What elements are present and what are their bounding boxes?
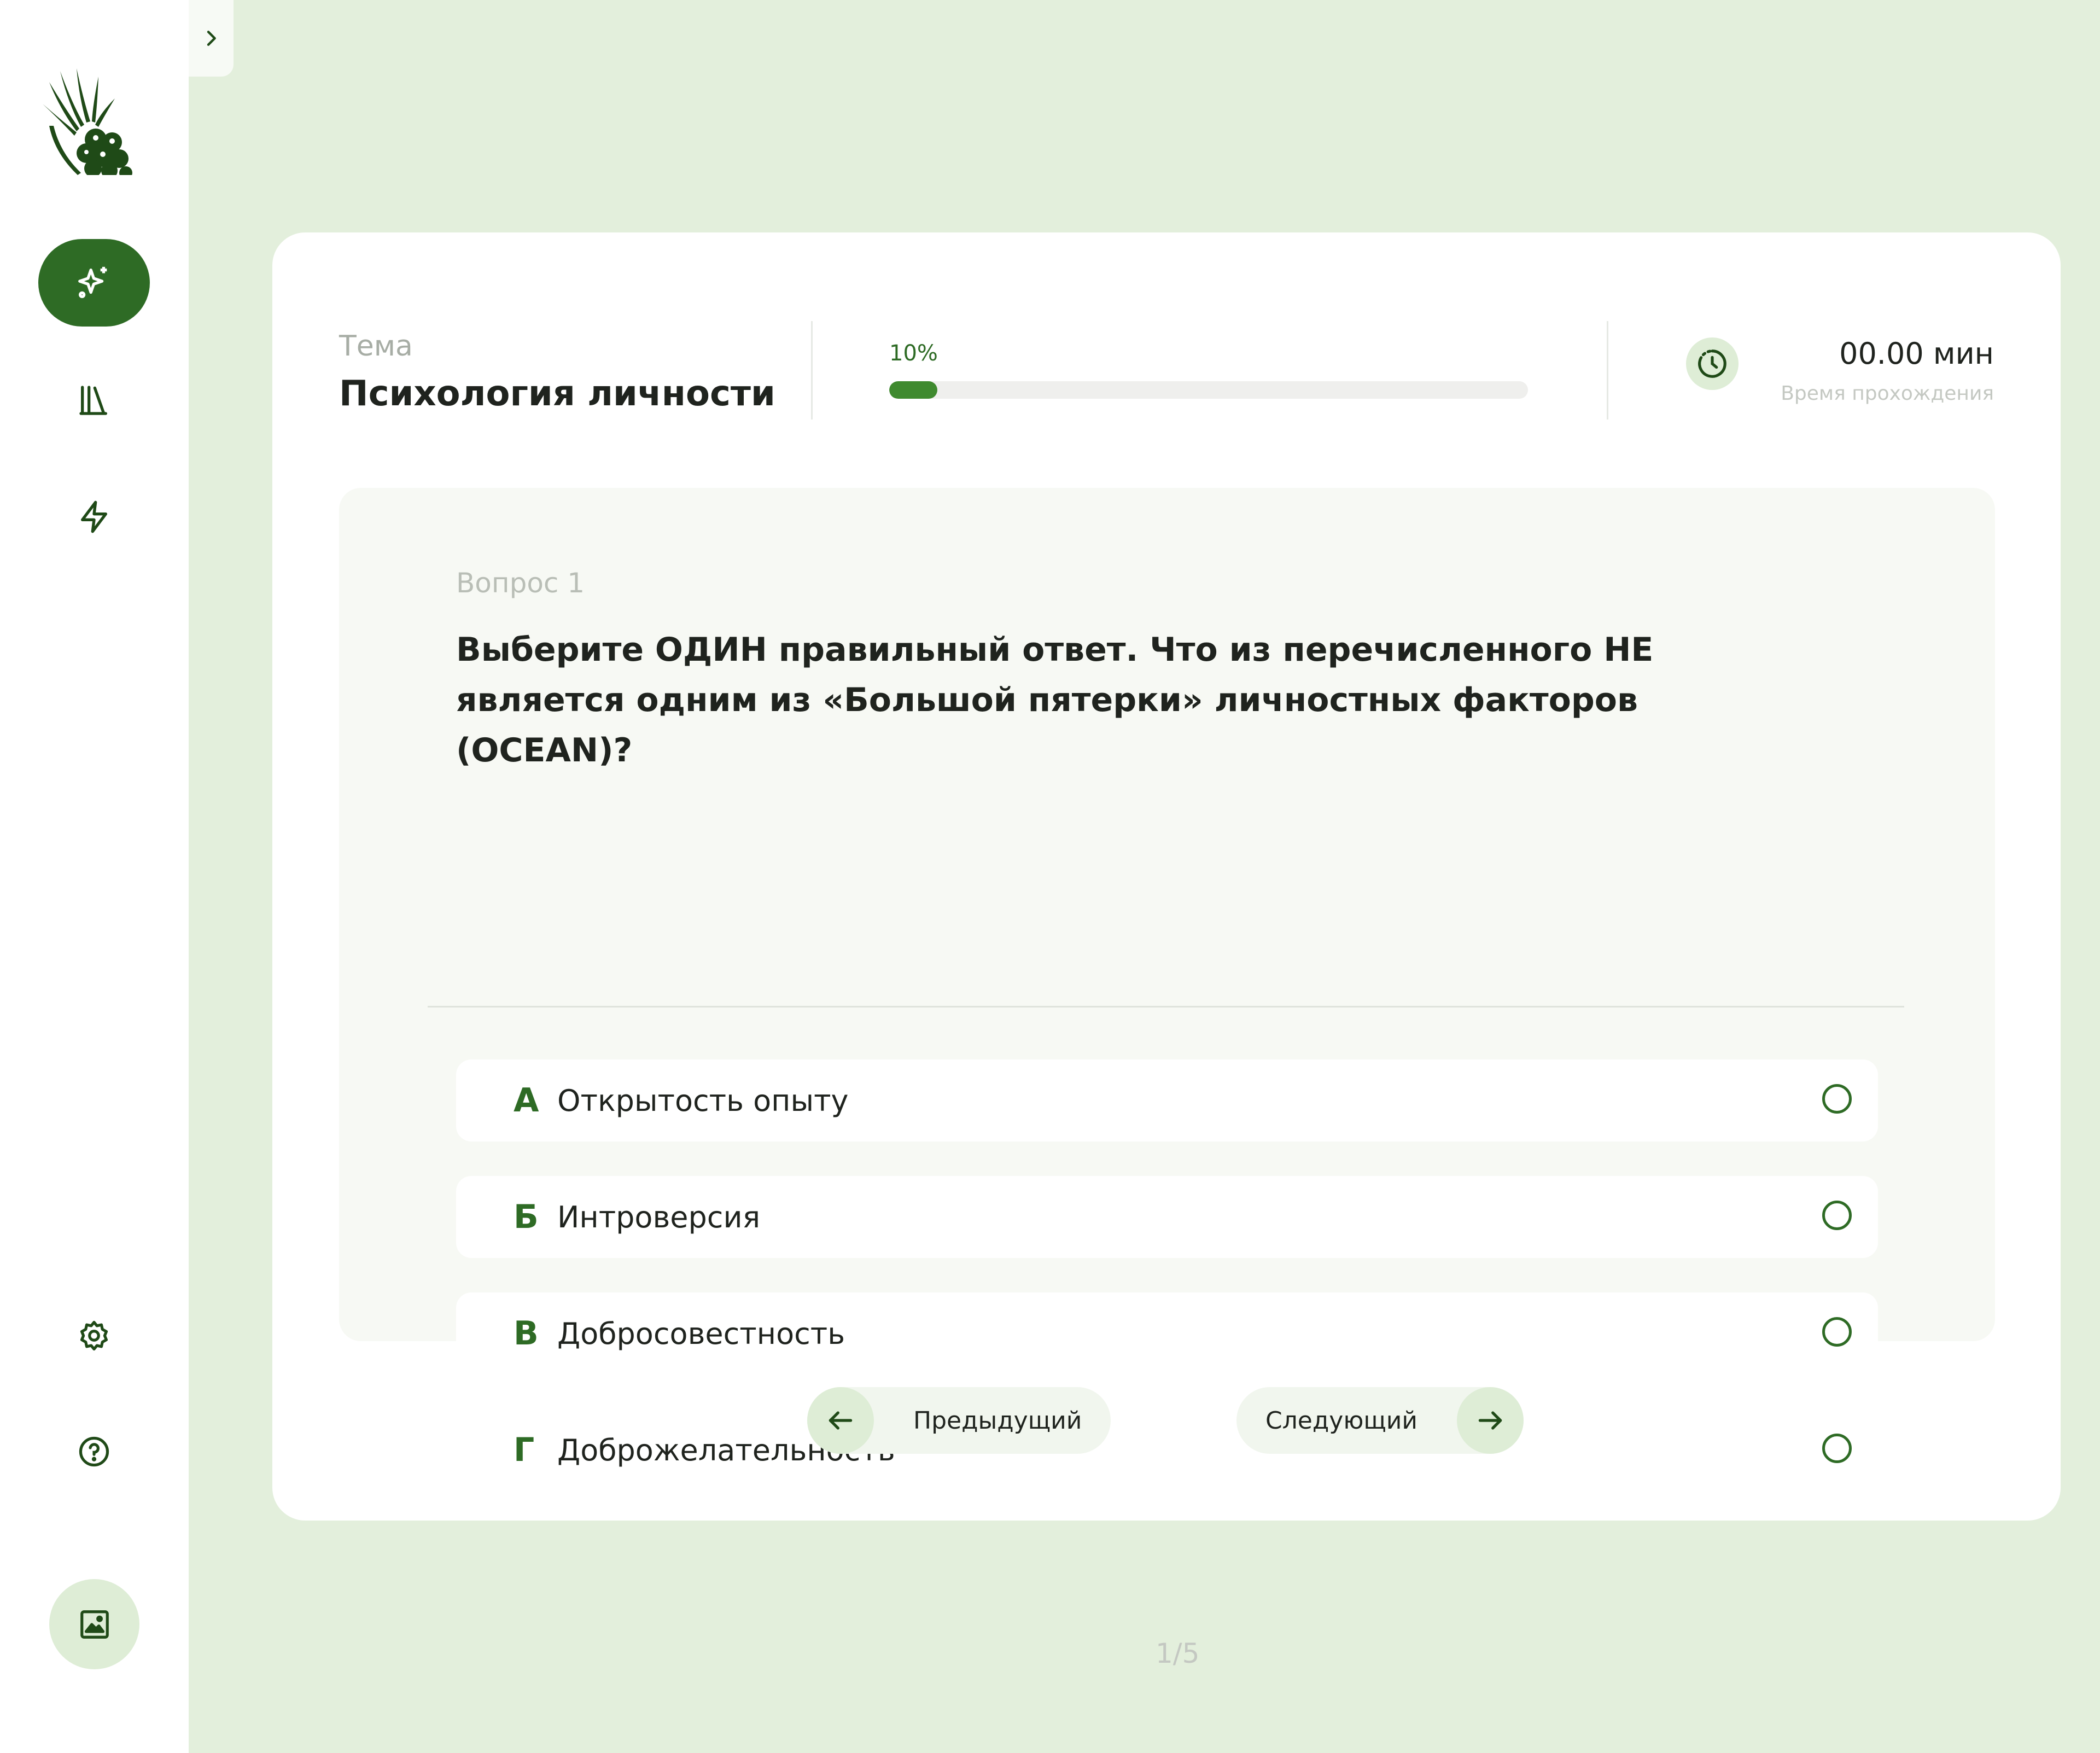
option-text: Интроверсия <box>557 1199 761 1234</box>
question-divider <box>428 1006 1904 1007</box>
next-circle <box>1457 1387 1524 1454</box>
pine-cone-logo <box>43 68 132 175</box>
answer-option[interactable]: В Добросовестность <box>456 1292 1878 1375</box>
progress-percent: 10% <box>889 341 938 366</box>
question-panel: Вопрос 1 Выберите ОДИН правильный ответ.… <box>339 488 1995 1491</box>
help-button[interactable] <box>38 1408 150 1495</box>
header-divider <box>811 321 813 420</box>
question-text: Выберите ОДИН правильный ответ. Что из п… <box>456 631 1654 770</box>
header-divider <box>1607 321 1608 420</box>
option-radio[interactable] <box>1822 1201 1852 1230</box>
arrow-left-icon <box>829 1411 853 1430</box>
next-button[interactable]: Следующий <box>1236 1387 1524 1454</box>
sparkles-icon <box>78 266 107 298</box>
progress-bar-fill <box>889 381 937 399</box>
image-icon <box>80 1610 109 1639</box>
library-icon <box>79 386 107 415</box>
option-letter: В <box>514 1314 539 1353</box>
gear-icon <box>80 1320 108 1351</box>
option-text: Открытость опыту <box>557 1083 849 1118</box>
option-radio[interactable] <box>1822 1084 1852 1114</box>
sidebar-toggle-button[interactable] <box>189 0 234 77</box>
nav-library-button[interactable] <box>38 357 150 444</box>
option-letter: Г <box>514 1431 535 1469</box>
next-label: Следующий <box>1265 1406 1418 1435</box>
previous-circle <box>807 1387 874 1454</box>
option-text: Добросовестность <box>557 1316 845 1351</box>
chevron-right-icon <box>207 31 216 46</box>
option-letter: А <box>514 1081 539 1120</box>
sidebar <box>0 0 189 1753</box>
timer-badge <box>1686 337 1739 390</box>
question-number: Вопрос 1 <box>456 567 585 599</box>
option-radio[interactable] <box>1822 1317 1852 1347</box>
image-button[interactable] <box>49 1579 139 1669</box>
previous-label: Предыдущий <box>913 1406 1082 1435</box>
settings-button[interactable] <box>38 1292 150 1379</box>
lightning-icon <box>81 500 107 533</box>
progress-bar <box>889 381 1528 399</box>
page-indicator: 1/5 <box>1156 1638 1200 1669</box>
option-letter: Б <box>514 1198 539 1236</box>
topic-name: Психология личности <box>339 374 775 414</box>
nav-sparkles-button[interactable] <box>38 239 150 327</box>
previous-button[interactable]: Предыдущий <box>807 1387 1111 1454</box>
elapsed-time-label: Время прохождения <box>1781 382 1994 405</box>
topic-label: Тема <box>339 330 413 363</box>
nav-lightning-button[interactable] <box>38 473 150 561</box>
elapsed-time: 00.00 мин <box>1839 336 1994 371</box>
answer-option[interactable]: Б Интроверсия <box>456 1176 1878 1258</box>
option-radio[interactable] <box>1822 1434 1852 1463</box>
help-icon <box>79 1436 109 1467</box>
arrow-right-icon <box>1478 1411 1502 1430</box>
quiz-card: Тема Психология личности 10% 00.00 мин В… <box>272 232 2061 1669</box>
answer-option[interactable]: А Открытость опыту <box>456 1059 1878 1142</box>
clock-icon <box>1698 350 1726 378</box>
answer-option[interactable]: Г Доброжелательность <box>456 1409 1878 1491</box>
